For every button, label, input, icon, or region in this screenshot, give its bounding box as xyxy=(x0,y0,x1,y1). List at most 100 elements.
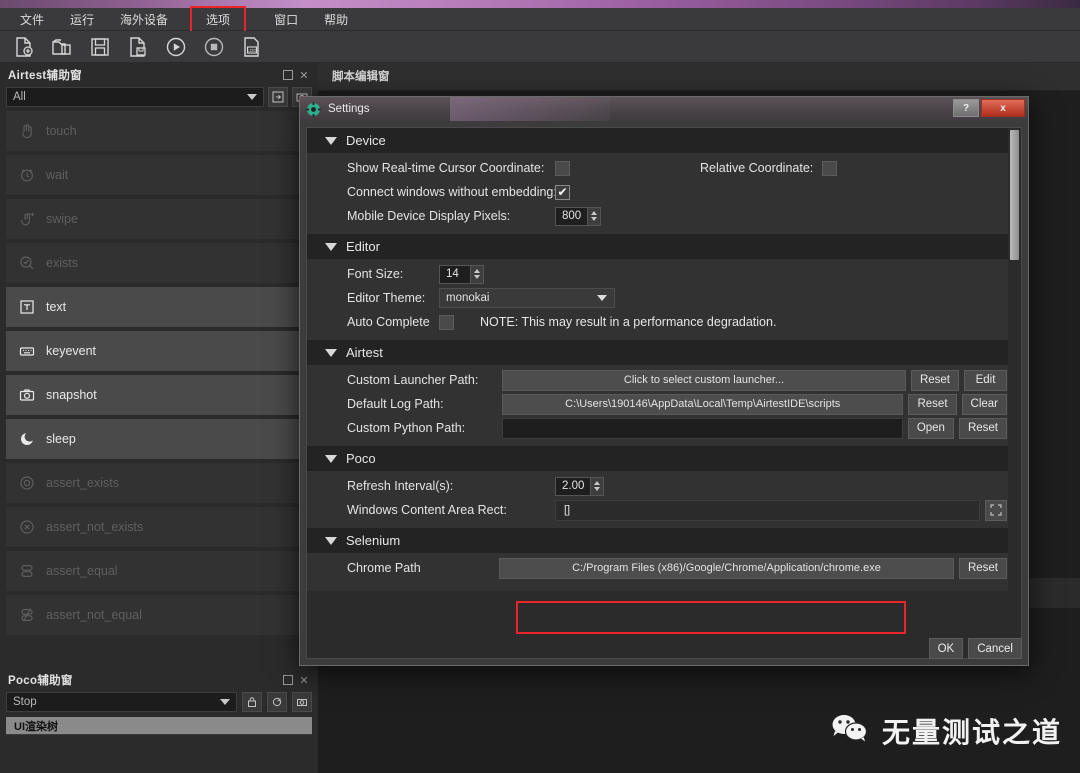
list-item[interactable]: snapshot xyxy=(6,375,312,415)
custom-python-reset-button[interactable]: Reset xyxy=(958,417,1007,439)
auto-complete-checkbox[interactable] xyxy=(439,314,454,330)
list-item[interactable]: swipe xyxy=(6,199,312,239)
custom-launcher-path-field[interactable]: Click to select custom launcher... xyxy=(502,369,906,391)
settings-title: Settings xyxy=(328,103,370,115)
open-folder-icon[interactable] xyxy=(50,35,74,59)
custom-python-path-field[interactable] xyxy=(502,417,903,439)
not-equal-blocks-icon xyxy=(18,606,36,624)
custom-launcher-edit-button[interactable]: Edit xyxy=(964,369,1007,391)
row-mobile-display-pixels: Mobile Device Display Pixels: 800 xyxy=(307,205,1021,227)
text-box-icon xyxy=(18,298,36,316)
mobile-pixels-value: 800 xyxy=(562,210,582,222)
section-header-poco[interactable]: Poco xyxy=(307,446,1021,471)
show-cursor-checkbox[interactable] xyxy=(555,160,570,176)
section-header-device[interactable]: Device xyxy=(307,128,1021,153)
poco-dock-float-icon[interactable] xyxy=(280,672,296,688)
menu-item-overseas-device[interactable]: 海外设备 xyxy=(110,8,178,31)
chevron-down-icon xyxy=(325,536,337,545)
ok-button[interactable]: OK xyxy=(928,638,964,659)
content-rect-field[interactable]: [] xyxy=(555,499,980,521)
menu-item-run[interactable]: 运行 xyxy=(60,8,104,31)
cancel-button[interactable]: Cancel xyxy=(968,638,1022,659)
section-rows-editor: Font Size: 14 Editor Theme: monokai Auto… xyxy=(307,259,1021,340)
stepper-arrows-icon[interactable] xyxy=(587,207,601,225)
close-button[interactable]: x xyxy=(981,99,1025,117)
editor-theme-label: Editor Theme: xyxy=(347,291,426,305)
refresh-interval-label: Refresh Interval(s): xyxy=(347,479,454,493)
list-item[interactable]: assert_equal xyxy=(6,551,312,591)
save-icon[interactable] xyxy=(88,35,112,59)
refresh-interval-stepper[interactable]: 2.00 xyxy=(555,476,605,496)
list-item[interactable]: sleep xyxy=(6,419,312,459)
settings-titlebar[interactable]: Settings ? x xyxy=(300,97,1028,121)
list-item[interactable]: assert_not_equal xyxy=(6,595,312,635)
airtest-dock-title: Airtest辅助窗 xyxy=(8,70,82,82)
list-item-label: wait xyxy=(46,168,69,182)
refresh-icon[interactable] xyxy=(267,692,287,712)
list-item-label: assert_not_equal xyxy=(46,608,142,622)
font-size-stepper[interactable]: 14 xyxy=(439,264,484,284)
default-log-clear-button[interactable]: Clear xyxy=(961,393,1007,415)
list-item[interactable]: assert_not_exists xyxy=(6,507,312,547)
settings-footer: OK Cancel xyxy=(928,638,1022,659)
new-file-icon[interactable] xyxy=(12,35,36,59)
settings-scroll-area: Device Show Real-time Cursor Coordinate:… xyxy=(306,127,1022,659)
help-button[interactable]: ? xyxy=(953,99,979,117)
connect-without-embedding-checkbox[interactable] xyxy=(555,184,570,200)
stop-icon[interactable] xyxy=(202,35,226,59)
list-item[interactable]: text xyxy=(6,287,312,327)
list-item[interactable]: keyevent xyxy=(6,331,312,371)
poco-ui-tree-header[interactable]: UI渲染树 xyxy=(6,717,312,734)
section-rows-airtest: Custom Launcher Path: Click to select cu… xyxy=(307,365,1021,446)
connect-without-embedding-label: Connect windows without embedding: xyxy=(347,185,557,199)
section-rows-device: Show Real-time Cursor Coordinate: Relati… xyxy=(307,153,1021,234)
lock-icon[interactable] xyxy=(242,692,262,712)
list-item[interactable]: wait xyxy=(6,155,312,195)
menu-item-window[interactable]: 窗口 xyxy=(264,8,308,31)
default-log-path-field[interactable]: C:\Users\190146\AppData\Local\Temp\Airte… xyxy=(502,393,904,415)
settings-scrollbar-thumb[interactable] xyxy=(1010,130,1019,260)
section-header-airtest[interactable]: Airtest xyxy=(307,340,1021,365)
menu-item-options[interactable]: 选项 xyxy=(190,5,247,33)
airtest-dock-float-icon[interactable] xyxy=(280,67,296,83)
list-item[interactable]: exists xyxy=(6,243,312,283)
chrome-path-field[interactable]: C:/Program Files (x86)/Google/Chrome/App… xyxy=(499,557,954,579)
chrome-path-reset-button[interactable]: Reset xyxy=(958,557,1007,579)
titlebar-glow xyxy=(450,97,610,121)
relative-coordinate-label: Relative Coordinate: xyxy=(700,161,814,175)
tab-script-editor[interactable]: 脚本编辑窗 xyxy=(318,63,404,91)
custom-python-open-button[interactable]: Open xyxy=(907,417,954,439)
list-item[interactable]: touch xyxy=(6,111,312,151)
stepper-arrows-icon[interactable] xyxy=(470,265,483,283)
airtest-dock-close-icon[interactable]: ✕ xyxy=(296,67,312,83)
mobile-pixels-stepper[interactable]: 800 xyxy=(555,206,602,226)
poco-mode-row: Stop xyxy=(0,692,318,717)
run-icon[interactable] xyxy=(164,35,188,59)
relative-coordinate-checkbox[interactable] xyxy=(822,160,838,176)
poco-dock-close-icon[interactable]: ✕ xyxy=(296,672,312,688)
menu-item-help[interactable]: 帮助 xyxy=(314,8,358,31)
content-rect-label: Windows Content Area Rect: xyxy=(347,503,507,517)
editor-theme-select[interactable]: monokai xyxy=(439,288,615,308)
section-header-selenium[interactable]: Selenium xyxy=(307,528,1021,553)
default-log-reset-button[interactable]: Reset xyxy=(908,393,957,415)
section-header-editor[interactable]: Editor xyxy=(307,234,1021,259)
settings-scrollbar[interactable] xyxy=(1008,128,1021,658)
row-windows-content-area-rect: Windows Content Area Rect: [] xyxy=(307,499,1021,521)
poco-mode-combo[interactable]: Stop xyxy=(6,692,237,712)
list-item[interactable]: assert_exists xyxy=(6,463,312,503)
airtest-filter-combo[interactable]: All xyxy=(6,87,264,107)
custom-launcher-reset-button[interactable]: Reset xyxy=(910,369,959,391)
cross-circle-icon xyxy=(18,518,36,536)
wechat-icon xyxy=(830,712,870,751)
poco-ui-tree-body[interactable] xyxy=(6,734,312,773)
fullscreen-pick-icon[interactable] xyxy=(985,499,1007,521)
menu-item-file[interactable]: 文件 xyxy=(10,8,54,31)
save-as-icon[interactable] xyxy=(126,35,150,59)
airtest-insert-icon[interactable] xyxy=(268,87,288,107)
screenshot-icon[interactable] xyxy=(292,692,312,712)
airtest-assistant-dock: Airtest辅助窗 ✕ All touch wait swipe exists… xyxy=(0,63,318,668)
log-icon[interactable]: LOG xyxy=(240,35,264,59)
refresh-interval-value: 2.00 xyxy=(562,480,585,492)
stepper-arrows-icon[interactable] xyxy=(590,477,604,495)
